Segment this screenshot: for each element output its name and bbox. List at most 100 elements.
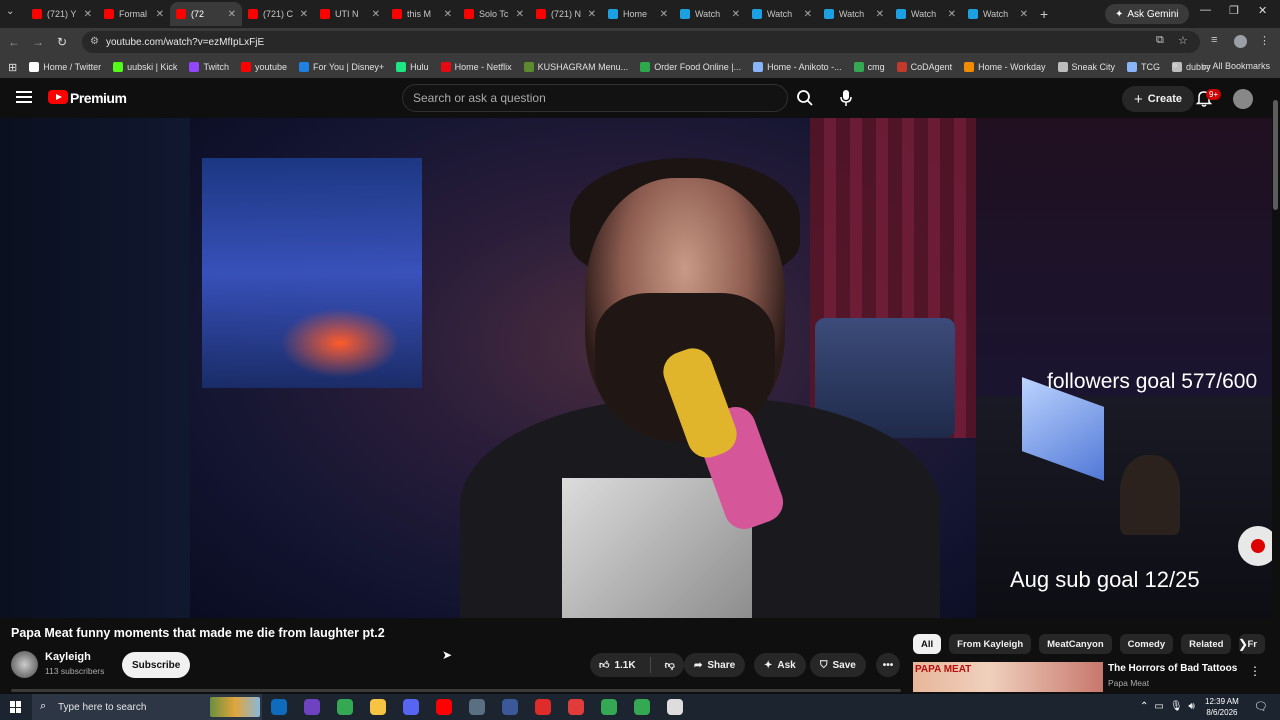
steam-icon[interactable] — [469, 699, 485, 715]
tab-close-icon[interactable]: ✕ — [372, 9, 380, 20]
chrome-3-icon[interactable] — [634, 699, 650, 715]
recommendation-menu-icon[interactable]: ⋮ — [1249, 664, 1261, 678]
app-blue-icon[interactable] — [502, 699, 518, 715]
tab-close-icon[interactable]: ✕ — [588, 9, 596, 20]
tab-close-icon[interactable]: ✕ — [804, 9, 812, 20]
browser-tab[interactable]: UTI N ✕ — [314, 2, 386, 26]
close-window-icon[interactable]: ✕ — [1258, 4, 1267, 17]
discord-icon[interactable] — [403, 699, 419, 715]
tab-close-icon[interactable]: ✕ — [660, 9, 668, 20]
bookmark-item[interactable]: TCG — [1127, 62, 1160, 72]
browser-tab[interactable]: Formal ✕ — [98, 2, 170, 26]
channel-name[interactable]: Kayleigh — [45, 651, 91, 663]
tab-search-icon[interactable]: ⌄ — [6, 6, 14, 17]
tray-chevron-icon[interactable]: ⌃ — [1140, 701, 1148, 712]
browser-tab[interactable]: (72 ✕ — [170, 2, 242, 26]
tab-close-icon[interactable]: ✕ — [84, 9, 92, 20]
browser-tab[interactable]: Watch ✕ — [674, 2, 746, 26]
voice-search-button[interactable] — [832, 84, 860, 112]
bookmark-item[interactable]: Home - Workday — [964, 62, 1046, 72]
browser-profile-avatar[interactable] — [1234, 35, 1247, 48]
bookmark-item[interactable]: Home / Twitter — [29, 62, 101, 72]
browser-tab[interactable]: Watch ✕ — [818, 2, 890, 26]
forward-icon[interactable]: → — [26, 35, 50, 49]
more-actions-button[interactable]: ••• — [876, 653, 900, 677]
recommendation-channel[interactable]: Papa Meat — [1108, 678, 1149, 688]
youtube-premium-logo-text[interactable]: Premium — [70, 90, 127, 106]
recommendation-thumbnail[interactable]: PAPA MEAT — [913, 662, 1103, 692]
file-explorer-icon[interactable] — [370, 699, 386, 715]
tab-media-icon[interactable]: ≡ — [1211, 34, 1217, 46]
adobe-icon[interactable] — [568, 699, 584, 715]
tab-close-icon[interactable]: ✕ — [876, 9, 884, 20]
bookmark-item[interactable]: For You | Disney+ — [298, 62, 384, 72]
search-button[interactable] — [790, 84, 820, 112]
bookmark-item[interactable]: Hulu — [396, 62, 429, 72]
bookmark-item[interactable]: Sneak City — [1057, 62, 1115, 72]
bookmark-item[interactable]: Home - Netflix — [440, 62, 512, 72]
subscribe-button[interactable]: Subscribe — [122, 652, 191, 678]
dislike-button[interactable]: 👎︎ — [656, 653, 684, 677]
tab-close-icon[interactable]: ✕ — [516, 9, 524, 20]
bookmark-star-icon[interactable]: ☆ — [1178, 34, 1188, 47]
search-input[interactable]: Search or ask a question — [402, 84, 788, 112]
chevron-right-icon[interactable]: ❯ — [1238, 637, 1248, 651]
network-icon[interactable]: ▭ — [1154, 701, 1163, 712]
chrome-alt-icon[interactable] — [304, 699, 320, 715]
channel-avatar[interactable] — [11, 651, 38, 678]
save-button[interactable]: ⛉ Save — [810, 653, 866, 677]
all-bookmarks-button[interactable]: ▭ All Bookmarks — [1202, 61, 1270, 72]
tab-close-icon[interactable]: ✕ — [300, 9, 308, 20]
youtube-icon[interactable] — [436, 699, 452, 715]
chrome-2-icon[interactable] — [601, 699, 617, 715]
notification-center-icon[interactable]: 🗨︎ — [1254, 700, 1268, 713]
browser-tab[interactable]: (721) C ✕ — [242, 2, 314, 26]
restore-icon[interactable]: ❐ — [1229, 4, 1239, 17]
new-tab-icon[interactable]: + — [1040, 6, 1048, 22]
video-frame[interactable] — [190, 118, 976, 618]
tab-close-icon[interactable]: ✕ — [444, 9, 452, 20]
apps-grid-icon[interactable]: ⊞ — [8, 61, 17, 74]
account-avatar[interactable] — [1233, 89, 1253, 109]
more-bookmarks-icon[interactable]: » — [1172, 60, 1178, 71]
page-scrollbar[interactable] — [1273, 100, 1278, 210]
share-button[interactable]: ➦ Share — [684, 653, 746, 677]
tab-close-icon[interactable]: ✕ — [732, 9, 740, 20]
taskbar-clock[interactable]: 12:39 AM 8/6/2026 — [1205, 696, 1239, 718]
bookmark-item[interactable]: Home - Anikoto -... — [753, 62, 842, 72]
bookmark-item[interactable]: Order Food Online |... — [640, 62, 741, 72]
minimize-icon[interactable]: — — [1200, 4, 1211, 16]
clock-icon[interactable] — [667, 699, 683, 715]
like-button[interactable]: 👍︎ 1.1K — [590, 653, 645, 677]
tab-close-icon[interactable]: ✕ — [1020, 9, 1028, 20]
browser-tab[interactable]: (721) N ✕ — [530, 2, 602, 26]
browser-tab[interactable]: Home ✕ — [602, 2, 674, 26]
tab-close-icon[interactable]: ✕ — [228, 9, 236, 20]
back-icon[interactable]: ← — [2, 35, 26, 49]
bookmark-item[interactable]: cmg — [853, 62, 885, 72]
create-button[interactable]: + Create — [1122, 86, 1195, 112]
chip-meatcanyon[interactable]: MeatCanyon — [1039, 634, 1112, 654]
browser-tab[interactable]: Watch ✕ — [890, 2, 962, 26]
youtube-logo-icon[interactable] — [48, 90, 68, 104]
bookmark-item[interactable]: CoDAgent — [896, 62, 952, 72]
tab-close-icon[interactable]: ✕ — [156, 9, 164, 20]
windows-start-icon[interactable] — [10, 701, 22, 713]
video-player[interactable] — [0, 118, 1280, 618]
browser-tab[interactable]: this M ✕ — [386, 2, 458, 26]
chip-related[interactable]: Related — [1181, 634, 1232, 654]
volume-icon[interactable]: 🔊︎ — [1189, 701, 1195, 712]
bookmark-item[interactable]: KUSHAGRAM Menu... — [523, 62, 628, 72]
bookmark-item[interactable]: youtube — [240, 62, 287, 72]
bookmark-item[interactable]: Twitch — [189, 62, 229, 72]
guide-menu-icon[interactable] — [16, 91, 32, 103]
browser-tab[interactable]: Watch ✕ — [746, 2, 818, 26]
mic-tray-icon[interactable]: 🎙︎ — [1170, 701, 1183, 712]
browser-tab[interactable]: (721) Y ✕ — [26, 2, 98, 26]
roblox-icon[interactable] — [535, 699, 551, 715]
search-highlight-image[interactable] — [210, 697, 260, 717]
chrome-icon[interactable] — [337, 699, 353, 715]
outlook-icon[interactable] — [271, 699, 287, 715]
browser-tab[interactable]: Watch ✕ — [962, 2, 1034, 26]
url-input[interactable]: ⚙ youtube.com/watch?v=ezMfIpLxFjE — [82, 31, 1200, 53]
